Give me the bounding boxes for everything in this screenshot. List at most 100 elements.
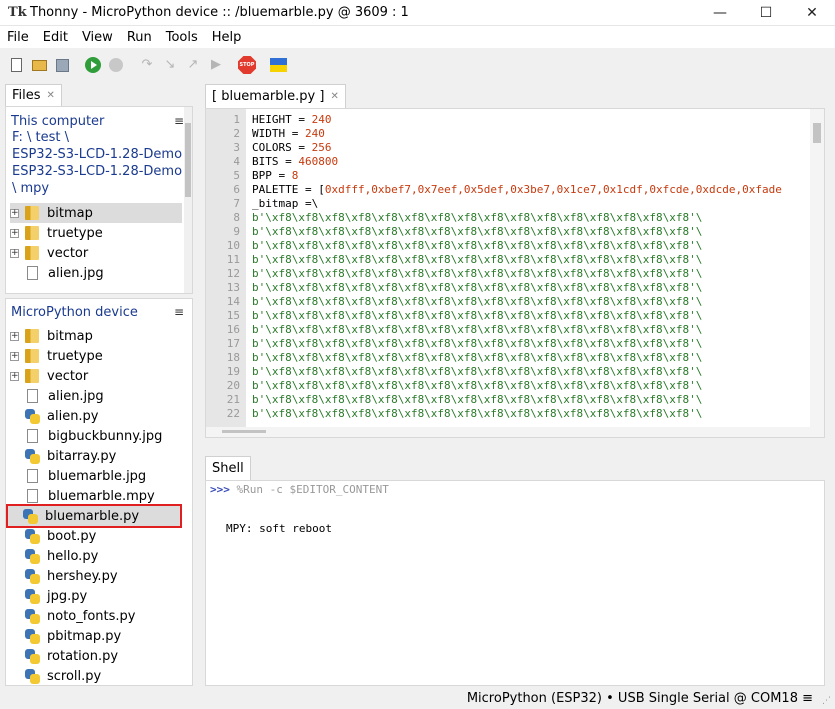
list-item[interactable]: jpg.py — [10, 586, 87, 606]
folder-icon — [25, 246, 39, 260]
scrollbar-thumb[interactable] — [813, 123, 821, 143]
code-value: 240 — [304, 127, 325, 140]
shell-command-line: >>> %Run -c $EDITOR_CONTENT — [210, 483, 389, 496]
item-name: rotation.py — [47, 648, 119, 664]
list-item[interactable]: + truetype — [10, 346, 103, 366]
open-file-button[interactable] — [29, 55, 49, 75]
path-line-2[interactable]: ESP32-S3-LCD-1.28-Demo \ — [12, 147, 191, 162]
title-bar: Tk Thonny - MicroPython device :: /bluem… — [0, 0, 835, 26]
editor-horizontal-scrollbar[interactable] — [206, 427, 824, 437]
code-value: b'\xf8\xf8\xf8\xf8\xf8\xf8\xf8\xf8\xf8\x… — [252, 281, 703, 294]
close-window-button[interactable]: ✕ — [789, 0, 835, 26]
list-item[interactable]: alien.jpg — [10, 263, 104, 283]
scrollbar[interactable] — [184, 107, 192, 293]
list-item[interactable]: + truetype — [10, 223, 103, 243]
code-line: b'\xf8\xf8\xf8\xf8\xf8\xf8\xf8\xf8\xf8\x… — [252, 365, 702, 378]
line-number: 19 — [226, 365, 240, 378]
item-name: alien.jpg — [48, 388, 104, 404]
python-file-icon — [25, 668, 40, 684]
item-name: hershey.py — [47, 568, 118, 584]
code-line: _bitmap =\ — [252, 197, 318, 210]
close-icon[interactable]: ✕ — [47, 90, 55, 101]
code-editor[interactable]: 1 HEIGHT = 240 2 WIDTH = 240 3 COLORS = 256 4 B… — [205, 108, 825, 438]
menu-edit[interactable]: Edit — [36, 30, 75, 45]
ukraine-flag-button[interactable] — [268, 55, 288, 75]
list-item[interactable]: boot.py — [10, 526, 96, 546]
shell-command: %Run -c $EDITOR_CONTENT — [229, 483, 389, 496]
tab-shell[interactable]: Shell — [205, 456, 251, 480]
list-item[interactable]: noto_fonts.py — [10, 606, 135, 626]
shell-prompt: >>> — [210, 483, 230, 496]
line-number: 16 — [226, 323, 240, 336]
expand-icon[interactable]: + — [10, 248, 19, 258]
scrollbar-thumb[interactable] — [185, 123, 191, 197]
list-item[interactable]: bigbuckbunny.jpg — [10, 426, 162, 446]
list-item[interactable]: alien.py — [10, 406, 99, 426]
toolbar: ↷ ↘ ↗ ▶ STOP — [0, 48, 835, 82]
code-line: b'\xf8\xf8\xf8\xf8\xf8\xf8\xf8\xf8\xf8\x… — [252, 337, 702, 350]
path-line-1[interactable]: F: \ test \ — [12, 130, 69, 145]
code-line: HEIGHT = 240 — [252, 113, 331, 126]
expand-icon[interactable]: + — [10, 208, 19, 218]
item-name: bitarray.py — [47, 448, 117, 464]
interpreter-status[interactable]: MicroPython (ESP32) • USB Single Serial … — [467, 691, 813, 706]
list-item[interactable]: rotation.py — [10, 646, 118, 666]
item-name: truetype — [47, 225, 103, 241]
step-over-button[interactable]: ↷ — [137, 55, 157, 75]
menu-view[interactable]: View — [75, 30, 120, 45]
close-icon[interactable]: ✕ — [330, 91, 338, 102]
list-item[interactable]: hello.py — [10, 546, 98, 566]
expand-icon[interactable]: + — [10, 371, 19, 381]
path-line-4[interactable]: \ mpy — [12, 181, 49, 196]
code-line: b'\xf8\xf8\xf8\xf8\xf8\xf8\xf8\xf8\xf8\x… — [252, 281, 702, 294]
list-item[interactable]: bitarray.py — [10, 446, 116, 466]
code-line: b'\xf8\xf8\xf8\xf8\xf8\xf8\xf8\xf8\xf8\x… — [252, 253, 702, 266]
expand-icon[interactable]: + — [10, 331, 19, 341]
menu-bar: File Edit View Run Tools Help — [0, 26, 835, 48]
list-item[interactable]: bluemarble.mpy — [10, 486, 155, 506]
shell-console[interactable]: >>> %Run -c $EDITOR_CONTENT MPY: soft re… — [205, 480, 825, 686]
expand-icon[interactable]: + — [10, 351, 19, 361]
minimize-button[interactable]: — — [697, 0, 743, 26]
stop-button[interactable]: STOP — [237, 55, 257, 75]
resize-grip-icon[interactable]: ⋰ — [822, 696, 832, 706]
scrollbar-thumb[interactable] — [222, 430, 266, 433]
line-number: 12 — [226, 267, 240, 280]
path-line-3[interactable]: ESP32-S3-LCD-1.28-Demo — [12, 164, 182, 179]
list-item[interactable]: hershey.py — [10, 566, 118, 586]
code-line: b'\xf8\xf8\xf8\xf8\xf8\xf8\xf8\xf8\xf8\x… — [252, 239, 702, 252]
menu-tools[interactable]: Tools — [159, 30, 205, 45]
debug-button[interactable] — [106, 55, 126, 75]
list-item[interactable]: + bitmap — [10, 326, 93, 346]
list-item[interactable]: pbitmap.py — [10, 626, 121, 646]
editor-vertical-scrollbar[interactable] — [810, 109, 824, 429]
code-value: b'\xf8\xf8\xf8\xf8\xf8\xf8\xf8\xf8\xf8\x… — [252, 211, 703, 224]
run-button[interactable] — [83, 55, 103, 75]
window-controls: — ☐ ✕ — [697, 0, 835, 26]
code-line: b'\xf8\xf8\xf8\xf8\xf8\xf8\xf8\xf8\xf8\x… — [252, 295, 702, 308]
list-item[interactable]: + bitmap — [10, 203, 182, 223]
list-item[interactable]: bluemarble.jpg — [10, 466, 146, 486]
menu-help[interactable]: Help — [205, 30, 249, 45]
expand-icon[interactable]: + — [10, 228, 19, 238]
list-item[interactable]: + vector — [10, 366, 88, 386]
panel-menu-icon[interactable]: ≡ — [174, 114, 184, 128]
stop-icon: STOP — [238, 56, 256, 74]
step-out-button[interactable]: ↗ — [183, 55, 203, 75]
step-into-button[interactable]: ↘ — [160, 55, 180, 75]
list-item[interactable]: scroll.py — [10, 666, 101, 686]
tab-files[interactable]: Files ✕ — [5, 84, 62, 106]
save-button[interactable] — [52, 55, 72, 75]
line-number: 4 — [233, 155, 240, 168]
list-item[interactable]: alien.jpg — [10, 386, 104, 406]
list-item[interactable]: bluemarble.py — [6, 504, 182, 528]
panel-menu-icon[interactable]: ≡ — [174, 305, 184, 319]
tab-bluemarble[interactable]: [ bluemarble.py ] ✕ — [205, 84, 346, 108]
menu-file[interactable]: File — [0, 30, 36, 45]
python-file-icon — [25, 588, 40, 604]
resume-button[interactable]: ▶ — [206, 55, 226, 75]
menu-run[interactable]: Run — [120, 30, 159, 45]
maximize-button[interactable]: ☐ — [743, 0, 789, 26]
new-file-button[interactable] — [6, 55, 26, 75]
list-item[interactable]: + vector — [10, 243, 88, 263]
